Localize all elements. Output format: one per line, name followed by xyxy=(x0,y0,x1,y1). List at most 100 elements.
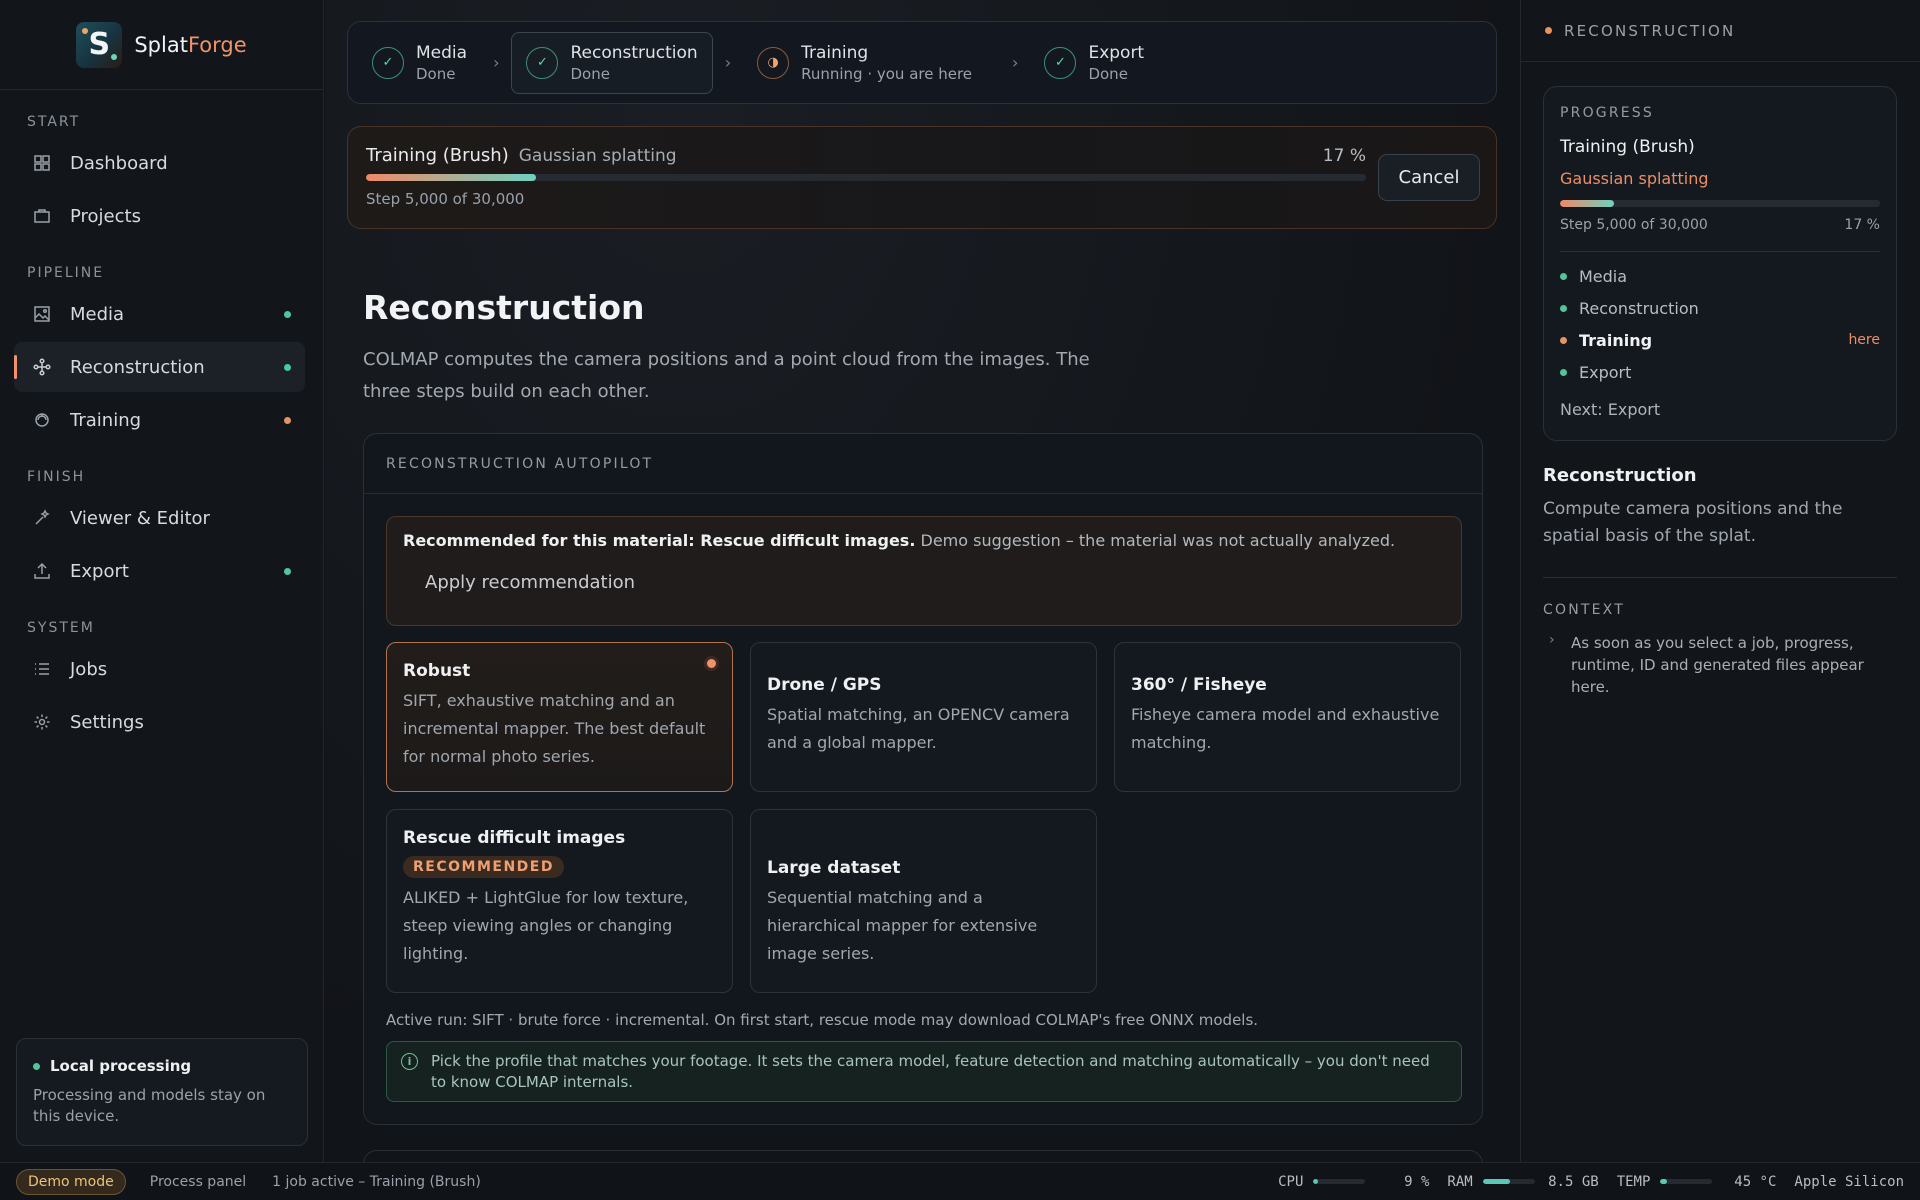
sidebar-item-export[interactable]: Export xyxy=(14,546,305,596)
progress-bar xyxy=(1560,200,1880,207)
sparkle-brush-icon xyxy=(32,508,52,528)
recommendation-bold: Recommended for this material: Rescue di… xyxy=(403,531,916,550)
step-status: Done xyxy=(570,64,610,83)
sidebar-item-jobs[interactable]: Jobs xyxy=(14,644,305,694)
pipeline-item-label: Reconstruction xyxy=(1579,298,1699,318)
status-dot-done xyxy=(284,363,291,371)
training-subtitle: Gaussian splatting xyxy=(518,146,677,166)
info-text: Pick the profile that matches your foota… xyxy=(431,1052,1430,1091)
sidebar-item-label: Viewer & Editor xyxy=(70,507,210,529)
progress-step-text: Step 5,000 of 30,000 xyxy=(1560,217,1708,233)
profile-card-fisheye[interactable]: 360° / Fisheye Fisheye camera model and … xyxy=(1114,642,1461,792)
profile-title: Drone / GPS xyxy=(767,675,882,695)
pipeline-item-media[interactable]: Media xyxy=(1560,260,1880,292)
chevron-right-icon[interactable]: › xyxy=(1549,632,1555,648)
cpu-meter-fill xyxy=(1313,1179,1319,1184)
chevron-right-icon: › xyxy=(493,53,500,72)
right-panel-header-text: RECONSTRUCTION xyxy=(1564,21,1736,40)
sidebar-item-label: Settings xyxy=(70,711,144,733)
next-step-text: Next: Export xyxy=(1560,400,1661,419)
sidebar-item-projects[interactable]: Projects xyxy=(14,191,305,241)
system-metrics: CPU 9 % RAM 8.5 GB TEMP 45 °C Apple Sili… xyxy=(1278,1174,1904,1190)
recommendation-text: Recommended for this material: Rescue di… xyxy=(403,531,1445,550)
app-logo: S xyxy=(76,21,123,68)
app-name: SplatForge xyxy=(134,33,246,57)
status-dot-running xyxy=(284,416,291,424)
sidebar-item-reconstruction[interactable]: Reconstruction xyxy=(14,342,305,392)
sidebar-item-label: Jobs xyxy=(70,658,108,680)
profile-card-rescue[interactable]: Rescue difficult images RECOMMENDED ALIK… xyxy=(386,809,733,993)
right-panel-header: RECONSTRUCTION xyxy=(1521,0,1920,62)
active-jobs-text[interactable]: 1 job active – Training (Brush) xyxy=(272,1174,481,1190)
profile-title: Rescue difficult images xyxy=(403,828,626,848)
step-media[interactable]: ✓ Media Done xyxy=(358,32,481,94)
selected-dot-icon xyxy=(707,659,716,668)
training-icon xyxy=(32,410,52,430)
gear-icon xyxy=(32,712,52,732)
training-percent: 17 % xyxy=(1322,146,1366,166)
local-processing-title: Local processing xyxy=(33,1057,291,1075)
progress-card: PROGRESS Training (Brush) Gaussian splat… xyxy=(1543,86,1897,441)
half-circle-running-icon: ◑ xyxy=(757,46,790,79)
sidebar-item-label: Media xyxy=(70,303,125,325)
sidebar-item-media[interactable]: Media xyxy=(14,289,305,339)
pipeline-item-reconstruction[interactable]: Reconstruction xyxy=(1560,292,1880,324)
app-name-part-2: Forge xyxy=(187,32,247,57)
training-progress-bar xyxy=(366,174,1366,181)
cancel-button[interactable]: Cancel xyxy=(1378,154,1480,201)
progress-fill xyxy=(1560,200,1615,207)
pipeline-stepper: ✓ Media Done › ✓ Reconstruction Done › ◑ T… xyxy=(347,21,1497,104)
info-box: i Pick the profile that matches your foo… xyxy=(386,1041,1462,1102)
sidebar-item-training[interactable]: Training xyxy=(14,395,305,445)
apply-recommendation-button[interactable]: Apply recommendation xyxy=(425,568,635,597)
cpu-value: 9 % xyxy=(1404,1173,1430,1190)
profile-card-drone[interactable]: Drone / GPS Spatial matching, an OPENCV … xyxy=(750,642,1097,792)
step-reconstruction[interactable]: ✓ Reconstruction Done xyxy=(511,31,713,94)
recommended-badge: RECOMMENDED xyxy=(403,856,564,878)
sidebar-item-viewer[interactable]: Viewer & Editor xyxy=(14,493,305,543)
cpu-meter xyxy=(1313,1179,1366,1184)
network-icon xyxy=(32,357,52,377)
profile-description: Sequential matching and a hierarchical m… xyxy=(767,888,1038,963)
step-training[interactable]: ◑ Training Running · you are here xyxy=(743,32,986,94)
step-title: Export xyxy=(1088,42,1145,63)
status-dot-done xyxy=(284,567,291,575)
step-export[interactable]: ✓ Export Done xyxy=(1030,32,1158,94)
sidebar-item-dashboard[interactable]: Dashboard xyxy=(14,138,305,188)
step-title: Training xyxy=(801,42,869,63)
check-icon: ✓ xyxy=(526,46,559,79)
nav-section-start: START xyxy=(27,114,81,130)
active-run-text: Active run: SIFT · brute force · increme… xyxy=(386,1011,1259,1029)
ram-value: 8.5 GB xyxy=(1548,1173,1599,1190)
profile-card-robust[interactable]: Robust SIFT, exhaustive matching and an … xyxy=(386,642,733,792)
step-status: Done xyxy=(1088,64,1128,83)
progress-step-row: Step 5,000 of 30,000 17 % xyxy=(1560,217,1880,233)
nav-section-system: SYSTEM xyxy=(27,620,95,636)
demo-mode-badge[interactable]: Demo mode xyxy=(16,1168,126,1195)
right-section-text: Compute camera positions and the spatial… xyxy=(1543,499,1843,546)
local-processing-text: Processing and models stay on this devic… xyxy=(33,1086,266,1125)
process-panel-link[interactable]: Process panel xyxy=(150,1174,246,1190)
status-dot-local xyxy=(33,1062,40,1070)
pipeline-item-training[interactable]: Training here xyxy=(1560,324,1880,356)
profile-description: Fisheye camera model and exhaustive matc… xyxy=(1131,705,1440,752)
right-section-title: Reconstruction xyxy=(1543,465,1697,486)
chip-name: Apple Silicon xyxy=(1794,1173,1904,1190)
temp-label: TEMP xyxy=(1616,1173,1651,1190)
sidebar-item-label: Projects xyxy=(70,205,141,227)
chevron-right-icon: › xyxy=(724,53,732,72)
profile-card-large[interactable]: Large dataset Sequential matching and a … xyxy=(750,809,1097,993)
sidebar-item-label: Training xyxy=(70,409,142,431)
pipeline-item-label: Media xyxy=(1579,266,1628,286)
pipeline-item-export[interactable]: Export xyxy=(1560,356,1880,388)
sidebar-item-label: Reconstruction xyxy=(70,356,205,378)
step-status: Done xyxy=(416,64,456,83)
brand[interactable]: S SplatForge xyxy=(0,0,323,90)
step-title: Media xyxy=(416,42,468,63)
sidebar-item-settings[interactable]: Settings xyxy=(14,697,305,747)
chevron-right-icon: › xyxy=(1012,53,1019,72)
profile-title: 360° / Fisheye xyxy=(1131,675,1267,695)
status-dot-done xyxy=(284,310,291,318)
temp-meter-fill xyxy=(1660,1179,1667,1184)
status-dot-running xyxy=(1545,27,1552,34)
